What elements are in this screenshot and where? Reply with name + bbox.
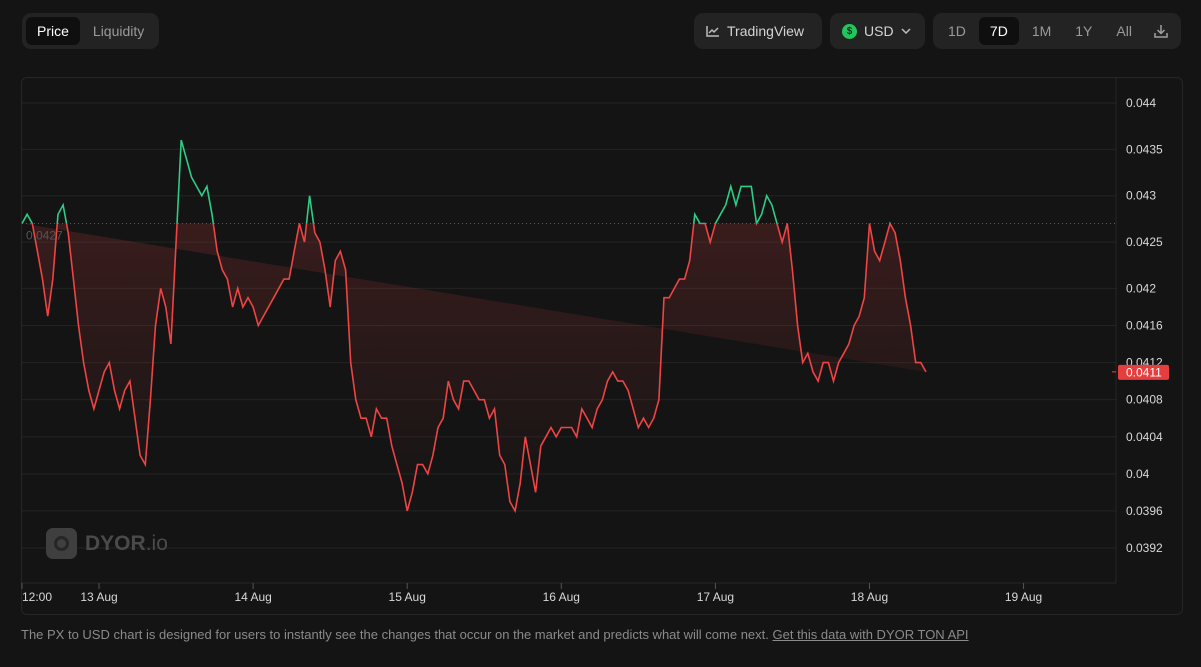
y-tick-label: 0.0435 [1126, 142, 1163, 156]
x-tick-label: 13 Aug [80, 590, 117, 604]
y-tick-label: 0.0425 [1126, 235, 1163, 249]
dyor-watermark: DYOR.io [46, 528, 168, 559]
y-tick-label: 0.0404 [1126, 430, 1163, 444]
y-tick-label: 0.0396 [1126, 504, 1163, 518]
y-tick-label: 0.043 [1126, 189, 1156, 203]
dyor-logo-icon [46, 528, 77, 559]
y-tick-label: 0.042 [1126, 281, 1156, 295]
y-tick-label: 0.0408 [1126, 393, 1163, 407]
y-tick-label: 0.0392 [1126, 541, 1163, 555]
x-tick-label: 14 Aug [234, 590, 271, 604]
x-tick-label: 17 Aug [697, 590, 734, 604]
x-tick-label: 15 Aug [389, 590, 426, 604]
reference-label: 0.0427 [26, 229, 63, 243]
watermark-brand: DYOR.io [85, 531, 168, 555]
x-tick-label: 16 Aug [543, 590, 580, 604]
y-tick-label: 0.0416 [1126, 319, 1163, 333]
x-tick-label: 12:00 [22, 590, 52, 604]
price-chart[interactable]: 0.0440.04350.0430.04250.0420.04160.04120… [0, 0, 1201, 620]
footer-text: The PX to USD chart is designed for user… [21, 627, 769, 642]
x-tick-label: 18 Aug [851, 590, 888, 604]
current-price-label: 0.0411 [1126, 365, 1162, 379]
api-link[interactable]: Get this data with DYOR TON API [773, 627, 969, 642]
y-tick-label: 0.04 [1126, 467, 1150, 481]
x-tick-label: 19 Aug [1005, 590, 1042, 604]
chart-description: The PX to USD chart is designed for user… [21, 627, 969, 642]
y-tick-label: 0.044 [1126, 96, 1156, 110]
